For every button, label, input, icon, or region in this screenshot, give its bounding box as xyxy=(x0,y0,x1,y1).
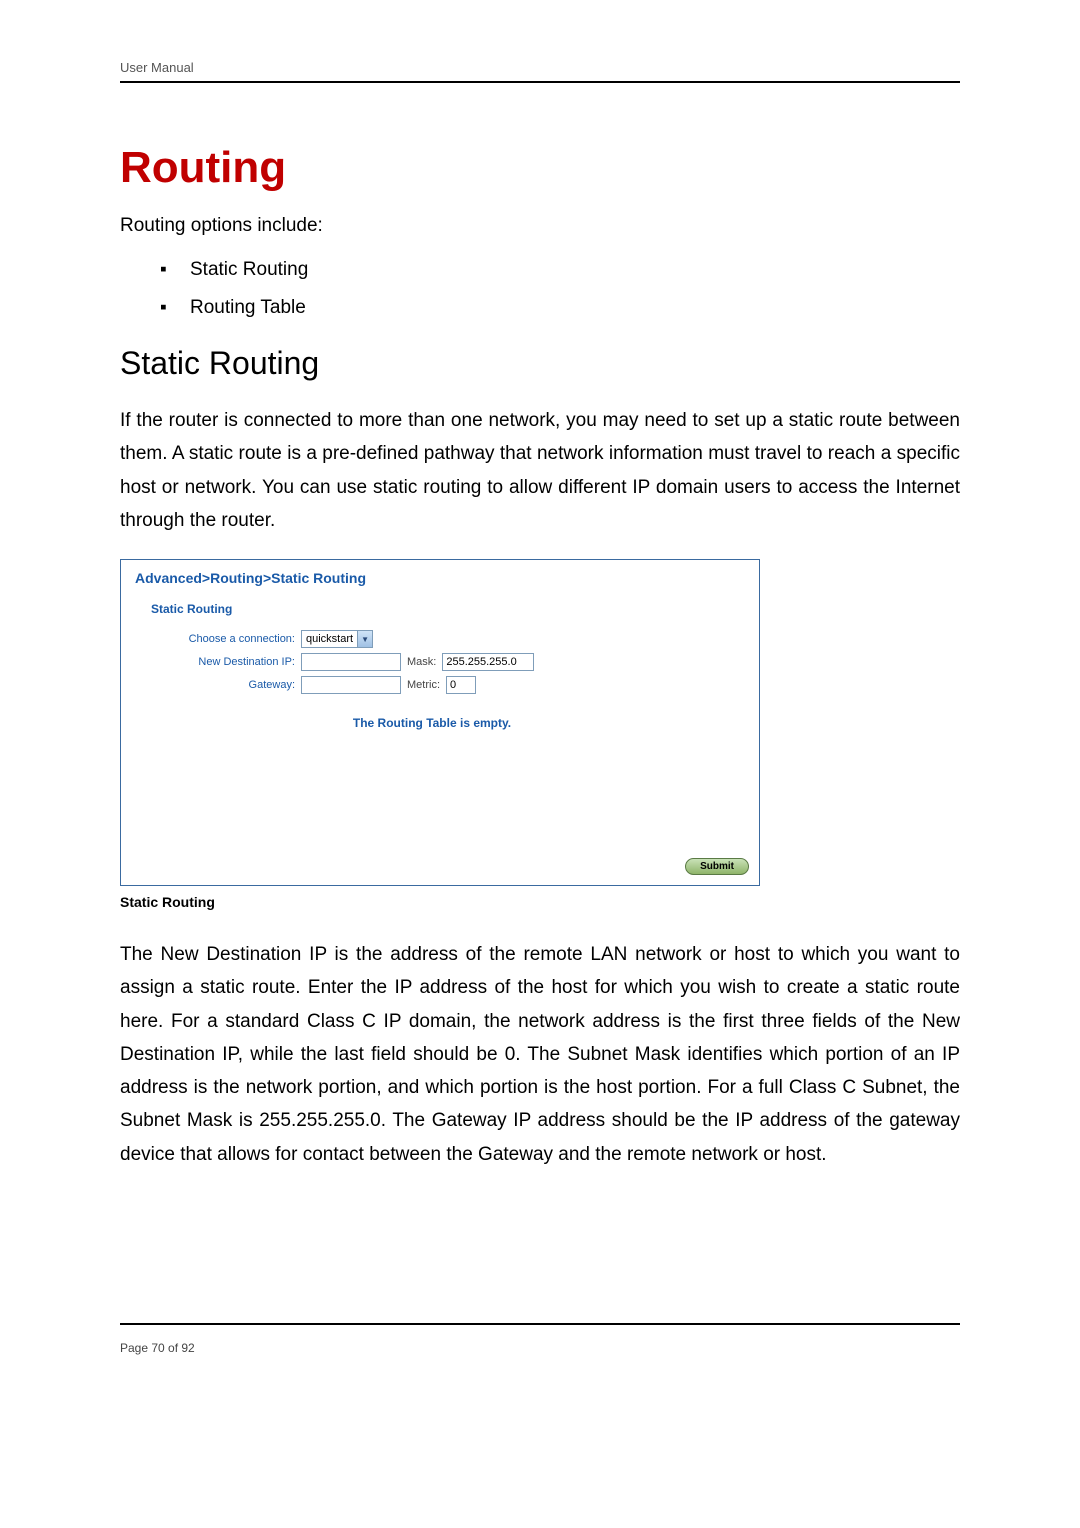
choose-connection-label: Choose a connection: xyxy=(151,633,301,645)
page-title: Routing xyxy=(120,143,960,193)
footer-rule xyxy=(120,1323,960,1325)
submit-button[interactable]: Submit xyxy=(685,858,749,875)
list-item: Static Routing xyxy=(160,259,960,281)
metric-input[interactable] xyxy=(446,676,476,694)
options-list: Static Routing Routing Table xyxy=(160,259,960,319)
metric-label: Metric: xyxy=(401,679,446,691)
doc-header: User Manual xyxy=(120,60,960,81)
mask-input[interactable] xyxy=(442,653,534,671)
router-ui-panel: Advanced>Routing>Static Routing Static R… xyxy=(120,559,760,886)
breadcrumb: Advanced>Routing>Static Routing xyxy=(121,560,759,598)
mask-label: Mask: xyxy=(401,656,442,668)
chevron-down-icon[interactable]: ▼ xyxy=(357,631,372,647)
intro-text: Routing options include: xyxy=(120,215,960,237)
destination-ip-label: New Destination IP: xyxy=(151,656,301,668)
connection-select[interactable]: quickstart ▼ xyxy=(301,630,373,648)
gateway-label: Gateway: xyxy=(151,679,301,691)
section-heading: Static Routing xyxy=(120,345,960,382)
routing-table-empty-msg: The Routing Table is empty. xyxy=(121,716,743,730)
list-item: Routing Table xyxy=(160,297,960,319)
connection-select-value: quickstart xyxy=(302,633,357,645)
figure-caption: Static Routing xyxy=(120,894,960,910)
gateway-input[interactable] xyxy=(301,676,401,694)
destination-ip-input[interactable] xyxy=(301,653,401,671)
explanation-paragraph: The New Destination IP is the address of… xyxy=(120,938,960,1171)
page-number: Page 70 of 92 xyxy=(120,1341,960,1355)
section-paragraph: If the router is connected to more than … xyxy=(120,404,960,537)
panel-section-label: Static Routing xyxy=(151,602,743,616)
header-rule xyxy=(120,81,960,83)
